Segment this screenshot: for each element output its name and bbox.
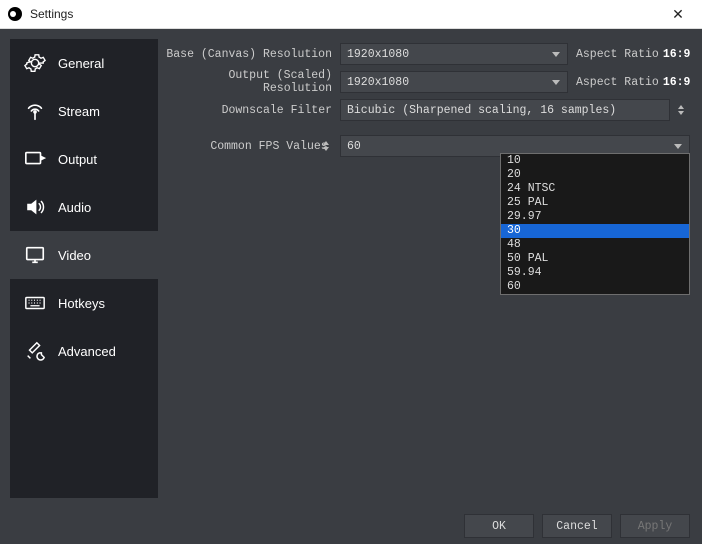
fps-option[interactable]: 48 (501, 238, 689, 252)
sidebar-item-audio[interactable]: Audio (10, 183, 158, 231)
speaker-icon (24, 196, 46, 218)
spin-buttons (320, 136, 332, 156)
filter-label: Downscale Filter (164, 104, 340, 117)
sidebar-item-general[interactable]: General (10, 39, 158, 87)
cancel-button[interactable]: Cancel (542, 514, 612, 538)
titlebar: Settings ✕ (0, 0, 702, 29)
chevron-up-icon (678, 105, 684, 109)
close-button[interactable]: ✕ (662, 6, 694, 23)
sidebar-item-label: Output (58, 152, 97, 167)
aspect-value: 16:9 (663, 76, 691, 89)
output-aspect: Aspect Ratio 16:9 (568, 76, 690, 89)
row-base-resolution: Base (Canvas) Resolution 1920x1080 Aspec… (164, 41, 690, 67)
fps-option[interactable]: 29.97 (501, 210, 689, 224)
keyboard-icon (24, 292, 46, 314)
fps-option[interactable]: 59.94 (501, 266, 689, 280)
sidebar-item-label: Hotkeys (58, 296, 105, 311)
sidebar-item-video[interactable]: Video (10, 231, 158, 279)
base-resolution-label: Base (Canvas) Resolution (164, 48, 340, 61)
output-resolution-value: 1920x1080 (347, 76, 409, 89)
monitor-icon (24, 244, 46, 266)
settings-window: Settings ✕ General Stream Output (0, 0, 702, 544)
chevron-down-icon (549, 74, 563, 90)
fps-value: 60 (347, 140, 361, 153)
fps-mode-label: Common FPS Values (210, 140, 327, 153)
sidebar-item-label: General (58, 56, 104, 71)
sidebar-item-output[interactable]: Output (10, 135, 158, 183)
sidebar: General Stream Output Audio (10, 39, 158, 498)
window-body: General Stream Output Audio (0, 29, 702, 508)
fps-option[interactable]: 24 NTSC (501, 182, 689, 196)
filter-combo[interactable]: Bicubic (Sharpened scaling, 16 samples) (340, 99, 670, 121)
aspect-label: Aspect Ratio (576, 76, 659, 89)
chevron-down-icon (678, 111, 684, 115)
footer: OK Cancel Apply (0, 508, 702, 544)
window-title: Settings (30, 7, 662, 21)
base-aspect: Aspect Ratio 16:9 (568, 48, 690, 61)
filter-spin-buttons[interactable] (672, 99, 690, 121)
sidebar-item-label: Video (58, 248, 91, 263)
fps-dropdown[interactable]: 102024 NTSC25 PAL29.97304850 PAL59.9460 (500, 153, 690, 295)
tools-icon (24, 340, 46, 362)
fps-mode-spinbox[interactable]: Common FPS Values (204, 135, 334, 157)
chevron-down-icon (323, 147, 329, 151)
row-downscale-filter: Downscale Filter Bicubic (Sharpened scal… (164, 97, 690, 123)
fps-option[interactable]: 30 (501, 224, 689, 238)
main-panel: Base (Canvas) Resolution 1920x1080 Aspec… (158, 29, 702, 508)
fps-option[interactable]: 25 PAL (501, 196, 689, 210)
fps-option[interactable]: 10 (501, 154, 689, 168)
sidebar-item-label: Audio (58, 200, 91, 215)
fps-option[interactable]: 50 PAL (501, 252, 689, 266)
output-resolution-label: Output (Scaled) Resolution (164, 69, 340, 95)
sidebar-item-label: Stream (58, 104, 100, 119)
output-icon (24, 148, 46, 170)
filter-value: Bicubic (Sharpened scaling, 16 samples) (347, 104, 616, 117)
gear-icon (24, 52, 46, 74)
output-resolution-combo[interactable]: 1920x1080 (340, 71, 568, 93)
antenna-icon (24, 100, 46, 122)
sidebar-item-hotkeys[interactable]: Hotkeys (10, 279, 158, 327)
ok-button[interactable]: OK (464, 514, 534, 538)
fps-option[interactable]: 60 (501, 280, 689, 294)
app-icon (8, 7, 22, 21)
sidebar-item-advanced[interactable]: Advanced (10, 327, 158, 375)
apply-button[interactable]: Apply (620, 514, 690, 538)
chevron-down-icon (671, 138, 685, 154)
sidebar-item-label: Advanced (58, 344, 116, 359)
base-resolution-combo[interactable]: 1920x1080 (340, 43, 568, 65)
row-output-resolution: Output (Scaled) Resolution 1920x1080 Asp… (164, 69, 690, 95)
chevron-down-icon (549, 46, 563, 62)
chevron-up-icon (323, 141, 329, 145)
aspect-value: 16:9 (663, 48, 691, 61)
fps-option[interactable]: 20 (501, 168, 689, 182)
base-resolution-value: 1920x1080 (347, 48, 409, 61)
aspect-label: Aspect Ratio (576, 48, 659, 61)
sidebar-item-stream[interactable]: Stream (10, 87, 158, 135)
